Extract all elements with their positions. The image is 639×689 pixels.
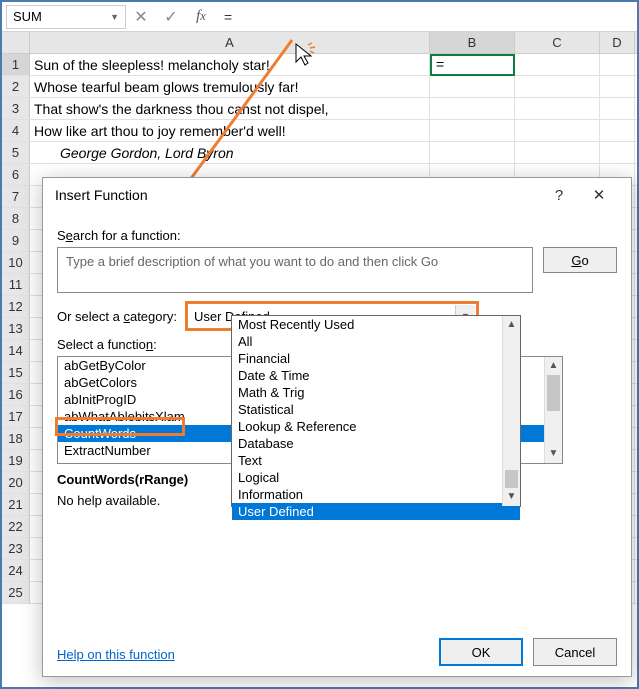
- scroll-down-icon[interactable]: ▼: [545, 445, 562, 463]
- row-header[interactable]: 25: [2, 582, 30, 603]
- row-header[interactable]: 20: [2, 472, 30, 493]
- row-header[interactable]: 5: [2, 142, 30, 163]
- dropdown-option[interactable]: Most Recently Used: [232, 316, 520, 333]
- dropdown-option[interactable]: Text: [232, 452, 520, 469]
- row-header[interactable]: 22: [2, 516, 30, 537]
- help-icon[interactable]: ?: [539, 187, 579, 204]
- cell[interactable]: [430, 142, 515, 163]
- row-header[interactable]: 12: [2, 296, 30, 317]
- scroll-up-icon[interactable]: ▲: [503, 316, 520, 334]
- help-link[interactable]: Help on this function: [57, 647, 175, 662]
- category-dropdown[interactable]: Most Recently Used All Financial Date & …: [231, 315, 521, 507]
- col-header-c[interactable]: C: [515, 32, 600, 53]
- dropdown-option[interactable]: Lookup & Reference: [232, 418, 520, 435]
- cell[interactable]: [515, 142, 600, 163]
- go-button[interactable]: Go: [543, 247, 617, 273]
- scroll-thumb[interactable]: [547, 375, 560, 411]
- col-header-d[interactable]: D: [600, 32, 635, 53]
- row-header[interactable]: 7: [2, 186, 30, 207]
- row-header[interactable]: 19: [2, 450, 30, 471]
- cell[interactable]: [600, 54, 635, 75]
- cell[interactable]: Sun of the sleepless! melancholy star!: [30, 54, 430, 75]
- cell[interactable]: Whose tearful beam glows tremulously far…: [30, 76, 430, 97]
- name-box-text: SUM: [13, 9, 42, 24]
- row-header[interactable]: 6: [2, 164, 30, 185]
- dropdown-option-selected[interactable]: User Defined: [232, 503, 520, 520]
- dropdown-option[interactable]: Logical: [232, 469, 520, 486]
- col-header-b[interactable]: B: [430, 32, 515, 53]
- cell[interactable]: [600, 98, 635, 119]
- cell[interactable]: George Gordon, Lord Byron: [30, 142, 430, 163]
- scroll-down-icon[interactable]: ▼: [503, 488, 520, 506]
- accept-formula-icon[interactable]: ✓: [156, 5, 186, 29]
- cell[interactable]: [515, 76, 600, 97]
- row-header[interactable]: 15: [2, 362, 30, 383]
- formula-bar-input[interactable]: =: [216, 9, 633, 25]
- cell[interactable]: [430, 76, 515, 97]
- cell[interactable]: [430, 120, 515, 141]
- row-header[interactable]: 4: [2, 120, 30, 141]
- cell[interactable]: [515, 54, 600, 75]
- ok-button[interactable]: OK: [439, 638, 523, 666]
- insert-function-icon[interactable]: fx: [186, 5, 216, 29]
- row-header[interactable]: 18: [2, 428, 30, 449]
- row-header[interactable]: 2: [2, 76, 30, 97]
- row-header[interactable]: 3: [2, 98, 30, 119]
- name-box[interactable]: SUM ▼: [6, 5, 126, 29]
- cell[interactable]: [600, 142, 635, 163]
- category-label: Or select a category:: [57, 309, 177, 324]
- row-header[interactable]: 11: [2, 274, 30, 295]
- insert-function-dialog: Insert Function ? ✕ Search for a functio…: [42, 177, 632, 677]
- search-input[interactable]: Type a brief description of what you wan…: [57, 247, 533, 293]
- col-header-a[interactable]: A: [30, 32, 430, 53]
- row-header[interactable]: 16: [2, 384, 30, 405]
- cell[interactable]: How like art thou to joy remember'd well…: [30, 120, 430, 141]
- row-header[interactable]: 21: [2, 494, 30, 515]
- dialog-title: Insert Function: [55, 187, 148, 203]
- row-header[interactable]: 24: [2, 560, 30, 581]
- dropdown-option[interactable]: Information: [232, 486, 520, 503]
- cell[interactable]: [515, 120, 600, 141]
- cell[interactable]: [430, 98, 515, 119]
- cancel-formula-icon[interactable]: ✕: [126, 5, 156, 29]
- close-icon[interactable]: ✕: [579, 186, 619, 204]
- dropdown-option[interactable]: Financial: [232, 350, 520, 367]
- row-header[interactable]: 10: [2, 252, 30, 273]
- active-cell-b1[interactable]: =: [430, 54, 515, 76]
- dropdown-option[interactable]: Math & Trig: [232, 384, 520, 401]
- search-label: Search for a function:: [57, 228, 617, 243]
- cell[interactable]: That show's the darkness thou canst not …: [30, 98, 430, 119]
- row-header[interactable]: 8: [2, 208, 30, 229]
- active-cell-value: =: [432, 56, 444, 72]
- cell[interactable]: [600, 120, 635, 141]
- row-header[interactable]: 17: [2, 406, 30, 427]
- row-header[interactable]: 14: [2, 340, 30, 361]
- scroll-thumb[interactable]: [505, 470, 518, 488]
- cancel-button[interactable]: Cancel: [533, 638, 617, 666]
- scrollbar[interactable]: ▲ ▼: [544, 357, 562, 463]
- row-header[interactable]: 13: [2, 318, 30, 339]
- cell[interactable]: [515, 98, 600, 119]
- dropdown-option[interactable]: Date & Time: [232, 367, 520, 384]
- dropdown-option[interactable]: Database: [232, 435, 520, 452]
- row-header[interactable]: 1: [2, 54, 30, 75]
- scroll-up-icon[interactable]: ▲: [545, 357, 562, 375]
- cell[interactable]: [600, 76, 635, 97]
- dropdown-option[interactable]: All: [232, 333, 520, 350]
- row-header[interactable]: 23: [2, 538, 30, 559]
- chevron-down-icon[interactable]: ▼: [110, 12, 119, 22]
- select-all-corner[interactable]: [2, 32, 30, 53]
- scrollbar[interactable]: ▲ ▼: [502, 316, 520, 506]
- row-header[interactable]: 9: [2, 230, 30, 251]
- dropdown-option[interactable]: Statistical: [232, 401, 520, 418]
